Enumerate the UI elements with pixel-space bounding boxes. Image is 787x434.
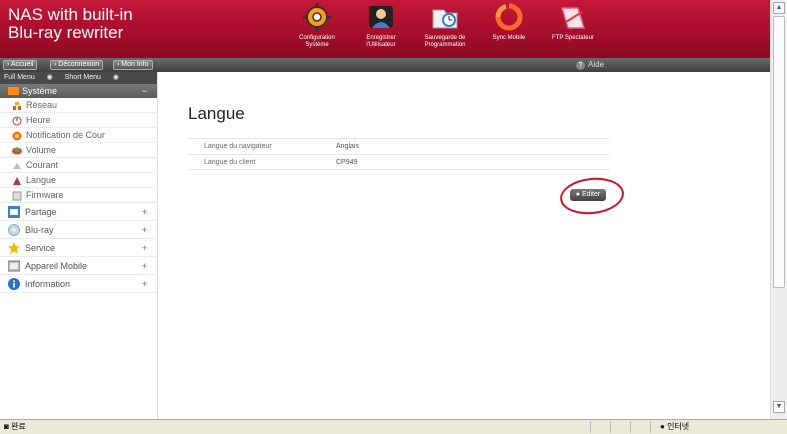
category-partage[interactable]: Partage + bbox=[0, 203, 157, 221]
share-icon bbox=[8, 206, 20, 218]
help-button[interactable]: ? Aide bbox=[576, 60, 604, 70]
globe-icon: ● bbox=[660, 422, 665, 431]
expand-icon: + bbox=[141, 261, 147, 271]
gear-icon bbox=[302, 2, 332, 32]
category-service[interactable]: Service + bbox=[0, 239, 157, 257]
sidebar-item-notification[interactable]: Notification de Cour bbox=[0, 128, 157, 143]
ftp-icon bbox=[558, 2, 588, 32]
user-icon bbox=[366, 2, 396, 32]
clock-icon bbox=[12, 116, 22, 126]
network-icon bbox=[12, 101, 22, 111]
sidebar-item-langue[interactable]: Langue bbox=[0, 173, 157, 188]
status-divider bbox=[650, 421, 651, 433]
browser-status-bar: ◙ 완료 ● 인터넷 bbox=[0, 419, 787, 434]
sync-icon bbox=[494, 2, 524, 32]
nav-configuration[interactable]: Configuration Système bbox=[285, 2, 349, 48]
short-menu-toggle[interactable]: Short Menu ◉ bbox=[65, 74, 119, 81]
scroll-thumb[interactable] bbox=[773, 16, 785, 288]
full-menu-toggle[interactable]: Full Menu ◉ bbox=[4, 74, 53, 81]
sidebar-item-firmware[interactable]: Firmware bbox=[0, 188, 157, 203]
top-nav: Configuration Système Enregistrer l'Util… bbox=[285, 2, 605, 48]
my-info-button[interactable]: › Mon Info bbox=[113, 60, 153, 70]
star-icon bbox=[8, 242, 20, 254]
edit-button[interactable]: ● Editer bbox=[570, 189, 606, 201]
setting-value: Anglais bbox=[336, 143, 359, 150]
sidebar-item-volume[interactable]: Volume bbox=[0, 143, 157, 158]
status-divider bbox=[610, 421, 611, 433]
setting-label: Langue du navigateur bbox=[204, 143, 272, 150]
status-divider bbox=[630, 421, 631, 433]
menu-switch: Full Menu ◉ Short Menu ◉ bbox=[0, 72, 157, 84]
expand-icon: + bbox=[141, 207, 147, 217]
notification-icon bbox=[12, 131, 22, 141]
expand-icon: + bbox=[141, 243, 147, 253]
setting-value: CP949 bbox=[336, 159, 358, 166]
nav-ftp-viewer[interactable]: FTP Spectateur bbox=[541, 2, 605, 48]
status-divider bbox=[590, 421, 591, 433]
category-mobile[interactable]: Appareil Mobile + bbox=[0, 257, 157, 275]
schedule-icon bbox=[430, 2, 460, 32]
scroll-up-arrow[interactable]: ▲ bbox=[773, 2, 785, 14]
table-row: Langue du navigateur Anglais bbox=[188, 138, 610, 154]
help-icon: ? bbox=[576, 61, 585, 70]
page-title: Langue bbox=[188, 104, 245, 123]
logout-button[interactable]: › Déconnexion bbox=[50, 60, 104, 70]
settings-table: Langue du navigateur Anglais Langue du c… bbox=[188, 138, 610, 170]
sidebar-item-heure[interactable]: Heure bbox=[0, 113, 157, 128]
sidebar-item-reseau[interactable]: Réseau bbox=[0, 98, 157, 113]
category-information[interactable]: Information + bbox=[0, 275, 157, 293]
setting-label: Langue du client bbox=[204, 159, 256, 166]
expand-icon: + bbox=[141, 225, 147, 235]
brand-title: NAS with built-in Blu-ray rewriter bbox=[8, 5, 133, 42]
expand-icon: + bbox=[141, 279, 147, 289]
toolbar: › Accueil › Déconnexion › Mon Info ? Aide bbox=[0, 58, 770, 72]
info-icon bbox=[8, 278, 20, 290]
nav-register-user[interactable]: Enregistrer l'Utilisateur bbox=[349, 2, 413, 48]
nav-schedule-backup[interactable]: Sauvegarde de Programmation bbox=[413, 2, 477, 48]
table-row: Langue du client CP949 bbox=[188, 154, 610, 170]
vertical-scrollbar[interactable]: ▲ ▼ bbox=[770, 0, 787, 419]
firmware-icon bbox=[12, 191, 22, 201]
sidebar-item-courant[interactable]: Courant bbox=[0, 158, 157, 173]
system-icon bbox=[8, 87, 19, 95]
main-content: Langue Langue du navigateur Anglais Lang… bbox=[158, 72, 770, 419]
mobile-icon bbox=[7, 260, 21, 272]
collapse-icon: − bbox=[141, 86, 147, 96]
category-systeme[interactable]: Système − bbox=[0, 84, 157, 98]
power-icon bbox=[12, 161, 22, 171]
status-done: ◙ 완료 bbox=[4, 422, 26, 431]
status-zone: ● 인터넷 bbox=[660, 422, 690, 431]
volume-icon bbox=[12, 146, 22, 156]
language-icon bbox=[12, 176, 22, 186]
app-header: NAS with built-in Blu-ray rewriter Confi… bbox=[0, 0, 770, 58]
sidebar: Full Menu ◉ Short Menu ◉ Système − Résea… bbox=[0, 72, 158, 419]
home-button[interactable]: › Accueil bbox=[3, 60, 38, 70]
disc-icon bbox=[8, 224, 20, 236]
nav-sync-mobile[interactable]: Sync Mobile bbox=[477, 2, 541, 48]
scroll-down-arrow[interactable]: ▼ bbox=[773, 401, 785, 413]
category-bluray[interactable]: Blu-ray + bbox=[0, 221, 157, 239]
